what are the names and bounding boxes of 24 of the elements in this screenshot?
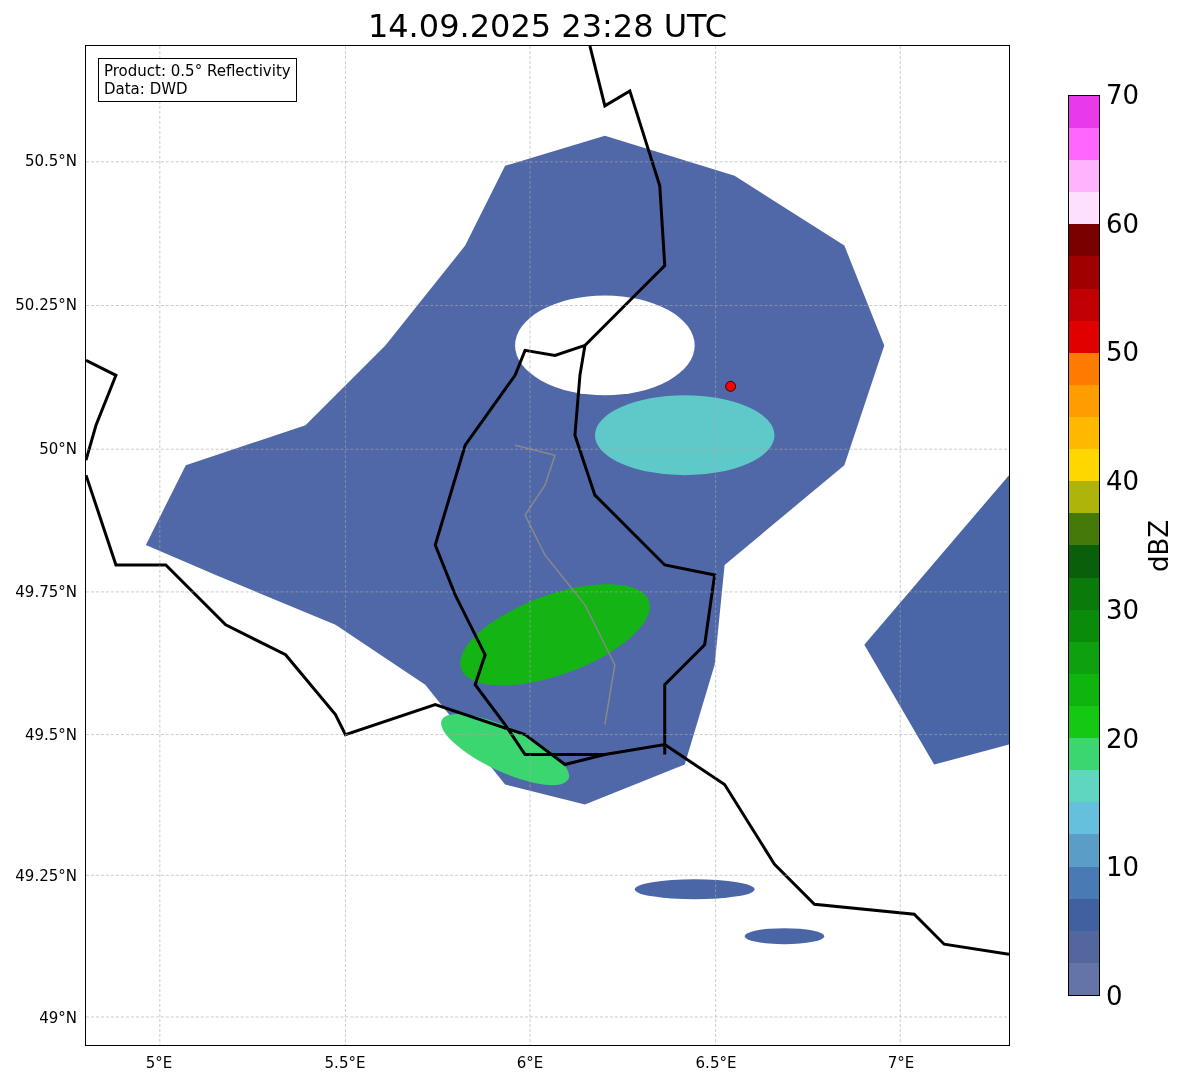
axis-tick-label: 5°E (145, 1054, 173, 1072)
colorbar-tick-label: 20 (1106, 723, 1140, 754)
colorbar-tick-label: 50 (1106, 337, 1140, 368)
axis-tick-label: 6°E (516, 1054, 544, 1072)
axis-tick-label: 49.75°N (15, 583, 77, 601)
axis-tick-label: 49.25°N (15, 867, 77, 885)
legend-text: Product: 0.5° Reflectivity (104, 62, 291, 80)
colorbar-tick-label: 0 (1106, 980, 1124, 1011)
colorbar-tick-label: 60 (1106, 208, 1140, 239)
axis-tick-label: 49°N (39, 1009, 77, 1027)
colorbar-label: dBZ (1144, 519, 1175, 572)
axis-tick-label: 7°E (887, 1054, 915, 1072)
chart-title: 14.09.2025 23:28 UTC (366, 6, 729, 45)
colorbar-tick-label: 70 (1106, 80, 1140, 110)
axis-tick-label: 50°N (39, 440, 77, 458)
axis-tick-label: 50.5°N (24, 152, 77, 170)
axis-tick-label: 49.5°N (24, 726, 77, 744)
legend-text: Data: DWD (104, 80, 189, 98)
axis-tick-label: 50.25°N (15, 296, 77, 314)
colorbar-tick-label: 30 (1106, 594, 1140, 625)
axis-tick-label: 5.5°E (324, 1054, 366, 1072)
axis-tick-label: 6.5°E (695, 1054, 737, 1072)
colorbar-tick-label: 40 (1106, 466, 1140, 497)
colorbar-tick-label: 10 (1106, 852, 1140, 883)
